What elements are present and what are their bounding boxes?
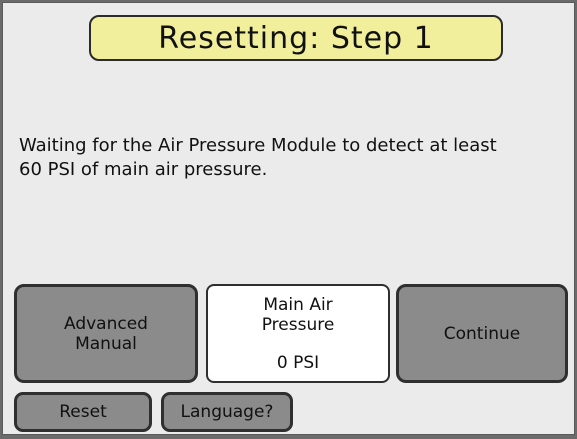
advanced-manual-button[interactable]: Advanced Manual [14, 284, 198, 383]
reset-button[interactable]: Reset [14, 392, 152, 432]
continue-button[interactable]: Continue [396, 284, 568, 383]
language-button[interactable]: Language? [161, 392, 293, 432]
pressure-value: 0 PSI [276, 353, 320, 373]
reset-screen: Resetting: Step 1 Waiting for the Air Pr… [2, 2, 575, 435]
screen-title: Resetting: Step 1 [89, 15, 503, 61]
status-message: Waiting for the Air Pressure Module to d… [19, 135, 497, 180]
main-air-pressure-readout: Main Air Pressure 0 PSI [206, 284, 390, 383]
pressure-label: Main Air Pressure [261, 295, 335, 335]
